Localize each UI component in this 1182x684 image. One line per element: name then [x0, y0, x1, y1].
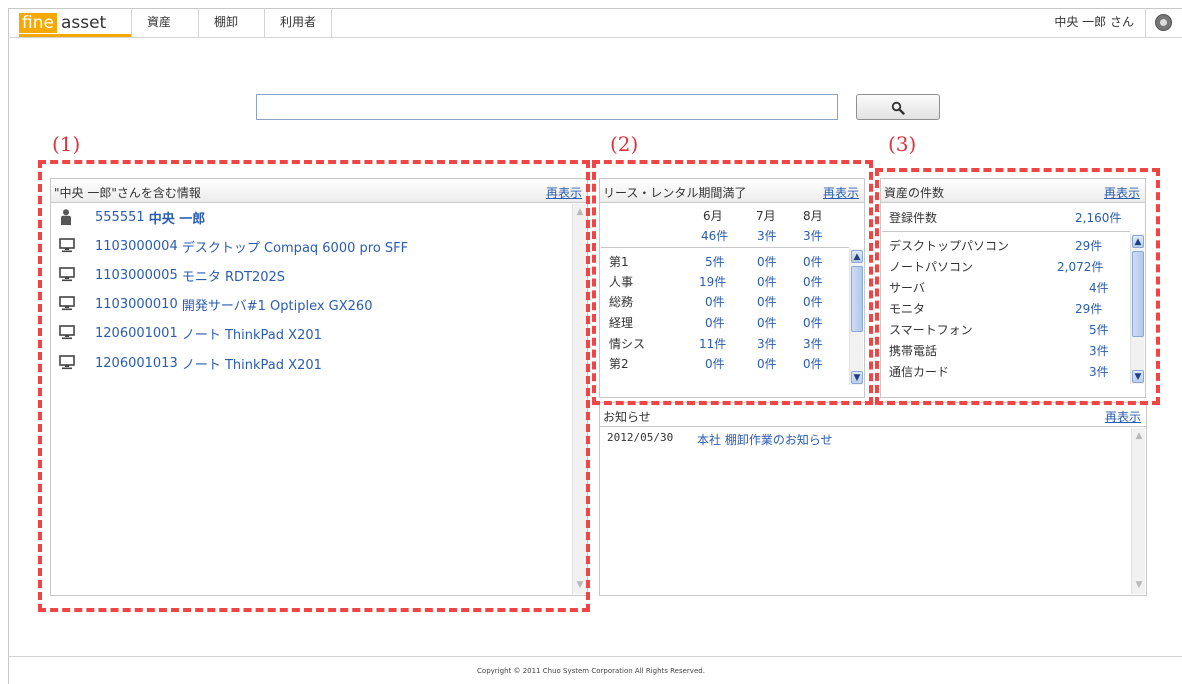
nav-assets[interactable]: 資産	[131, 8, 186, 37]
user-name: 中央 一郎 さん	[1054, 15, 1134, 29]
marker-2: (2)	[610, 132, 639, 156]
notice-item[interactable]: 2012/05/30 本社 棚卸作業のお知らせ	[607, 428, 1127, 448]
search-icon	[891, 101, 905, 115]
scroll-up-icon[interactable]: ▲	[1133, 430, 1145, 443]
notice-link[interactable]: 本社 棚卸作業のお知らせ	[697, 431, 833, 448]
search-button[interactable]	[856, 94, 940, 120]
footer-divider	[8, 656, 1182, 657]
nav-inventory[interactable]: 棚卸	[198, 8, 253, 37]
logo-asset: asset	[60, 13, 107, 33]
scroll-down-icon[interactable]: ▼	[1133, 579, 1145, 592]
search-input[interactable]	[256, 94, 838, 120]
logo-underline	[19, 34, 131, 37]
marker-3: (3)	[888, 132, 917, 156]
top-bar: fine asset 資産 棚卸 利用者 中央 一郎 さん	[8, 8, 1182, 38]
refresh-link[interactable]: 再表示	[1105, 408, 1141, 425]
panel-title: お知らせ	[603, 410, 651, 424]
nav-users[interactable]: 利用者	[264, 8, 333, 37]
panel-header: お知らせ 再表示	[600, 403, 1146, 427]
scrollbar[interactable]: ▲ ▼	[1131, 428, 1145, 594]
highlight-box-1	[38, 160, 590, 612]
header-divider	[1145, 8, 1146, 37]
notice-panel: お知らせ 再表示 2012/05/30 本社 棚卸作業のお知らせ ▲ ▼	[599, 402, 1147, 596]
gear-icon[interactable]	[1155, 14, 1172, 31]
logo-fine: fine	[19, 13, 57, 33]
notice-date: 2012/05/30	[607, 431, 674, 444]
marker-1: (1)	[52, 132, 81, 156]
copyright: Copyright © 2011 Chuo System Corporation…	[477, 667, 705, 675]
logo[interactable]: fine asset	[19, 13, 106, 33]
highlight-box-3	[875, 168, 1160, 405]
highlight-box-2	[592, 160, 873, 405]
